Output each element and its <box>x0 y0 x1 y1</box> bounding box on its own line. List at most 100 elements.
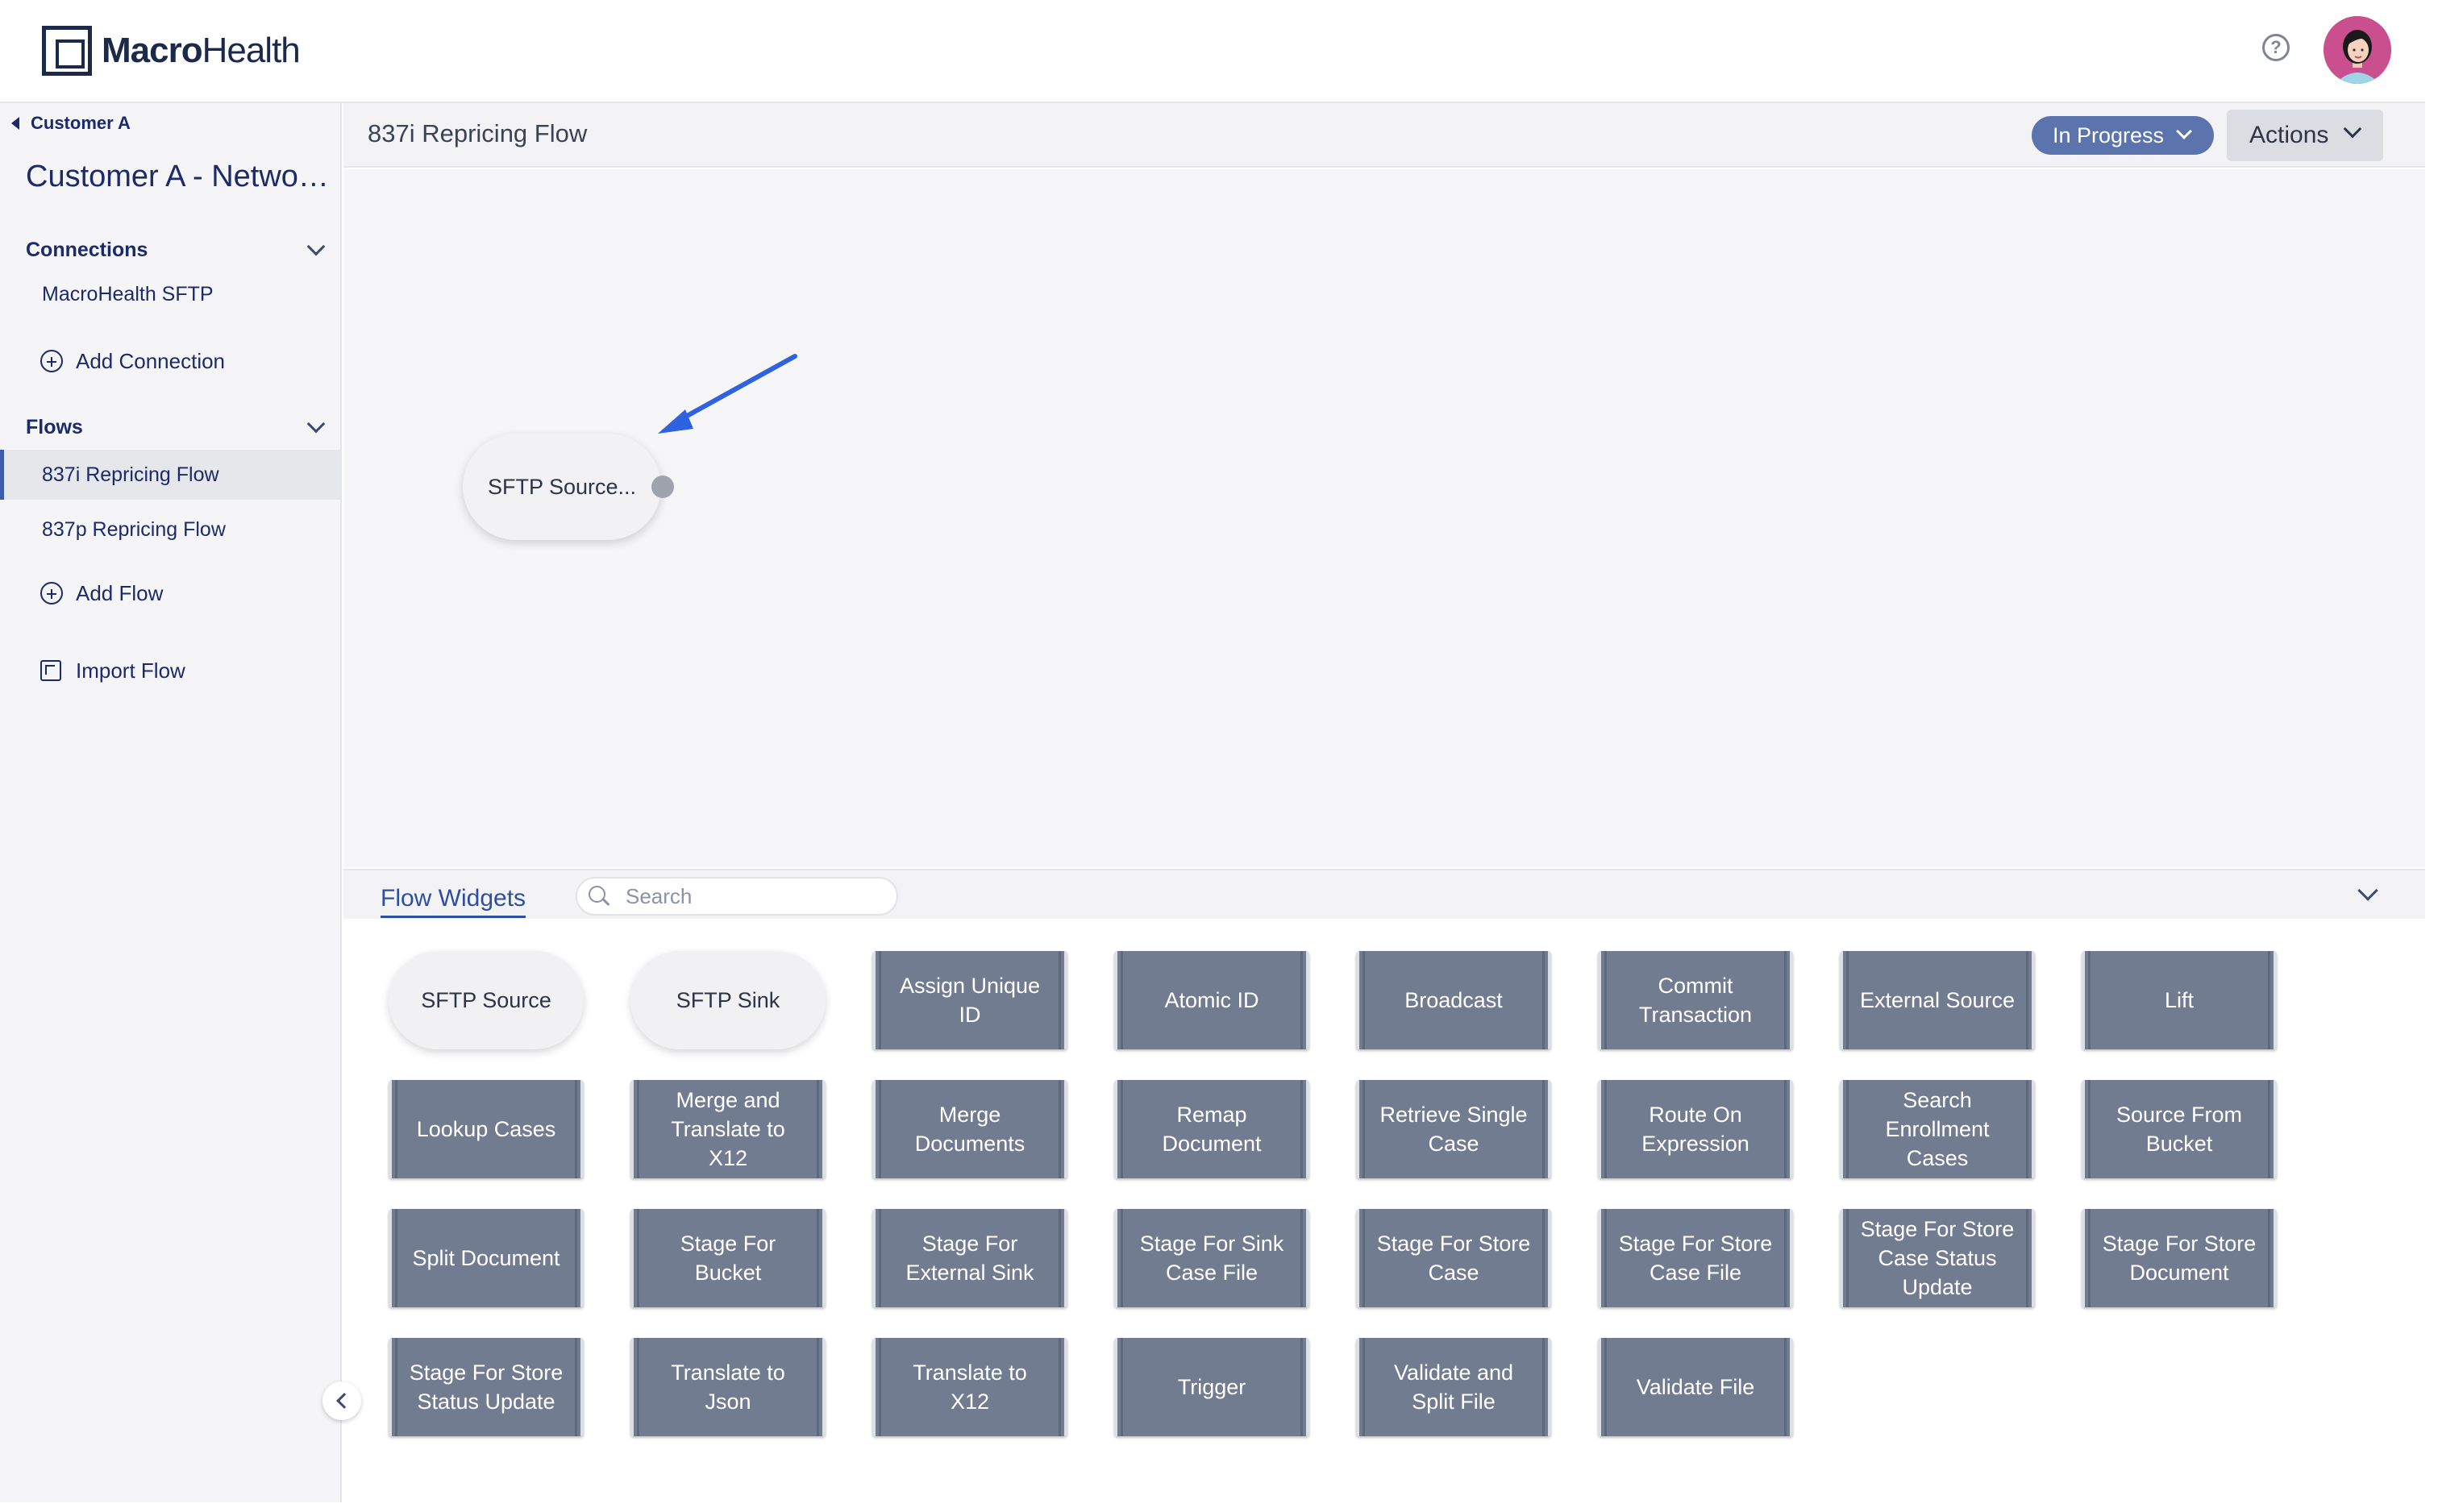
widget-label: Stage For External Sink <box>905 1232 1034 1285</box>
flow-node-label: SFTP Source... <box>487 474 637 499</box>
widget-sftp-source[interactable]: SFTP Source <box>389 951 584 1049</box>
widget-lookup-cases[interactable]: Lookup Cases <box>389 1080 584 1178</box>
widget-stage-for-store-case-file[interactable]: Stage For Store Case File <box>1598 1209 1793 1307</box>
widget-search-box[interactable] <box>576 877 898 916</box>
widget-remap-document[interactable]: Remap Document <box>1114 1080 1309 1178</box>
widget-label: Assign Unique ID <box>899 974 1041 1027</box>
flows-heading: Flows <box>26 415 83 438</box>
widget-label: Stage For Store Status Update <box>409 1360 564 1414</box>
import-flow-button[interactable]: Import Flow <box>40 654 185 687</box>
widget-source-from-bucket[interactable]: Source From Bucket <box>2082 1080 2277 1178</box>
widgets-panel-header: Flow Widgets <box>343 869 2425 919</box>
widget-stage-for-store-case[interactable]: Stage For Store Case <box>1356 1209 1551 1307</box>
widget-stage-for-external-sink[interactable]: Stage For External Sink <box>872 1209 1067 1307</box>
import-icon <box>40 660 61 681</box>
widget-label: Route On Expression <box>1641 1103 1749 1156</box>
widget-label: SFTP Source <box>421 988 551 1012</box>
connections-section-toggle[interactable]: Connections <box>26 234 332 266</box>
widget-search-input[interactable] <box>626 883 884 909</box>
widget-sftp-sink[interactable]: SFTP Sink <box>630 951 826 1049</box>
user-avatar[interactable] <box>2324 16 2391 84</box>
widget-label: Retrieve Single Case <box>1379 1103 1528 1156</box>
chevron-down-icon <box>306 237 326 256</box>
logo-text: MacroHealth <box>102 31 301 70</box>
widget-stage-for-store-document[interactable]: Stage For Store Document <box>2082 1209 2277 1307</box>
flows-section-toggle[interactable]: Flows <box>26 411 332 443</box>
annotation-arrow-icon <box>658 354 797 434</box>
widget-route-on-expression[interactable]: Route On Expression <box>1598 1080 1793 1178</box>
widget-label: Lift <box>2164 988 2195 1012</box>
sidebar-item-macrohealth-sftp[interactable]: MacroHealth SFTP <box>0 269 340 319</box>
flow-canvas[interactable]: SFTP Source... <box>343 169 2425 867</box>
widget-label: Stage For Store Document <box>2102 1232 2257 1285</box>
sidebar-item-837p-repricing-flow[interactable]: 837p Repricing Flow <box>0 505 340 555</box>
collapse-sidebar-button[interactable] <box>322 1381 361 1420</box>
status-dropdown[interactable]: In Progress <box>2032 116 2214 155</box>
widget-translate-to-x12[interactable]: Translate to X12 <box>872 1338 1067 1436</box>
widget-commit-transaction[interactable]: Commit Transaction <box>1598 951 1793 1049</box>
widget-trigger[interactable]: Trigger <box>1114 1338 1309 1436</box>
chevron-down-icon <box>306 414 326 434</box>
widget-merge-and-translate-to-x12[interactable]: Merge and Translate to X12 <box>630 1080 826 1178</box>
widget-label: Translate to Json <box>671 1360 785 1414</box>
widget-label: Validate and Split File <box>1393 1360 1514 1414</box>
flow-header: 837i Repricing Flow In Progress Actions <box>343 103 2425 168</box>
widget-label: Source From Bucket <box>2116 1103 2243 1156</box>
sidebar-item-837i-repricing-flow[interactable]: 837i Repricing Flow <box>0 450 340 500</box>
add-flow-label: Add Flow <box>76 580 164 605</box>
import-flow-label: Import Flow <box>76 658 185 683</box>
widget-merge-documents[interactable]: Merge Documents <box>872 1080 1067 1178</box>
widget-label: Stage For Sink Case File <box>1139 1232 1284 1285</box>
widget-stage-for-store-status-update[interactable]: Stage For Store Status Update <box>389 1338 584 1436</box>
widget-stage-for-bucket[interactable]: Stage For Bucket <box>630 1209 826 1307</box>
widget-label: Translate to X12 <box>913 1360 1027 1414</box>
flow-node-sftp-source[interactable]: SFTP Source... <box>463 434 661 540</box>
widget-assign-unique-id[interactable]: Assign Unique ID <box>872 951 1067 1049</box>
sidebar-item-label: 837i Repricing Flow <box>42 463 219 486</box>
widget-label: Commit Transaction <box>1638 974 1753 1027</box>
chevron-left-icon <box>336 1393 352 1409</box>
actions-label: Actions <box>2249 122 2329 148</box>
logo-mark-icon <box>42 26 92 76</box>
tab-flow-widgets[interactable]: Flow Widgets <box>381 885 526 918</box>
sidebar-item-label: MacroHealth SFTP <box>42 282 214 305</box>
sidebar-item-label: 837p Repricing Flow <box>42 517 226 541</box>
node-output-port[interactable] <box>651 476 674 498</box>
widget-label: Stage For Store Case Status Update <box>1860 1217 2015 1299</box>
widget-label: Broadcast <box>1404 988 1503 1012</box>
add-connection-button[interactable]: Add Connection <box>40 345 225 377</box>
top-header: MacroHealth ? <box>0 0 2425 103</box>
widget-label: Stage For Bucket <box>680 1232 776 1285</box>
plus-circle-icon <box>40 350 63 372</box>
back-to-customer-link[interactable]: Customer A <box>11 113 131 134</box>
widget-broadcast[interactable]: Broadcast <box>1356 951 1551 1049</box>
widget-atomic-id[interactable]: Atomic ID <box>1114 951 1309 1049</box>
widget-stage-for-sink-case-file[interactable]: Stage For Sink Case File <box>1114 1209 1309 1307</box>
widget-label: Lookup Cases <box>416 1117 556 1141</box>
add-flow-button[interactable]: Add Flow <box>40 577 163 609</box>
widget-label: External Source <box>1859 988 2016 1012</box>
collapse-panel-chevron-icon[interactable] <box>2357 880 2378 901</box>
back-caret-icon <box>11 117 19 130</box>
widget-external-source[interactable]: External Source <box>1840 951 2035 1049</box>
widget-split-document[interactable]: Split Document <box>389 1209 584 1307</box>
widget-retrieve-single-case[interactable]: Retrieve Single Case <box>1356 1080 1551 1178</box>
widget-validate-and-split-file[interactable]: Validate and Split File <box>1356 1338 1551 1436</box>
plus-circle-icon <box>40 582 63 604</box>
widget-stage-for-store-case-status-update[interactable]: Stage For Store Case Status Update <box>1840 1209 2035 1307</box>
chevron-down-icon <box>2343 119 2362 139</box>
widget-label: Validate File <box>1636 1375 1755 1399</box>
flow-title: 837i Repricing Flow <box>368 119 588 147</box>
widget-translate-to-json[interactable]: Translate to Json <box>630 1338 826 1436</box>
widget-validate-file[interactable]: Validate File <box>1598 1338 1793 1436</box>
search-icon <box>589 886 610 907</box>
macrohealth-logo[interactable]: MacroHealth <box>42 24 301 77</box>
actions-dropdown[interactable]: Actions <box>2227 110 2383 161</box>
add-connection-label: Add Connection <box>76 348 226 373</box>
widget-label: Merge Documents <box>914 1103 1026 1156</box>
widget-label: Trigger <box>1177 1375 1246 1399</box>
help-icon[interactable]: ? <box>2262 34 2290 61</box>
widgets-grid: SFTP Source SFTP Sink Assign Unique ID Atom… <box>343 920 2425 1502</box>
widget-search-enrollment-cases[interactable]: Search Enrollment Cases <box>1840 1080 2035 1178</box>
widget-lift[interactable]: Lift <box>2082 951 2277 1049</box>
